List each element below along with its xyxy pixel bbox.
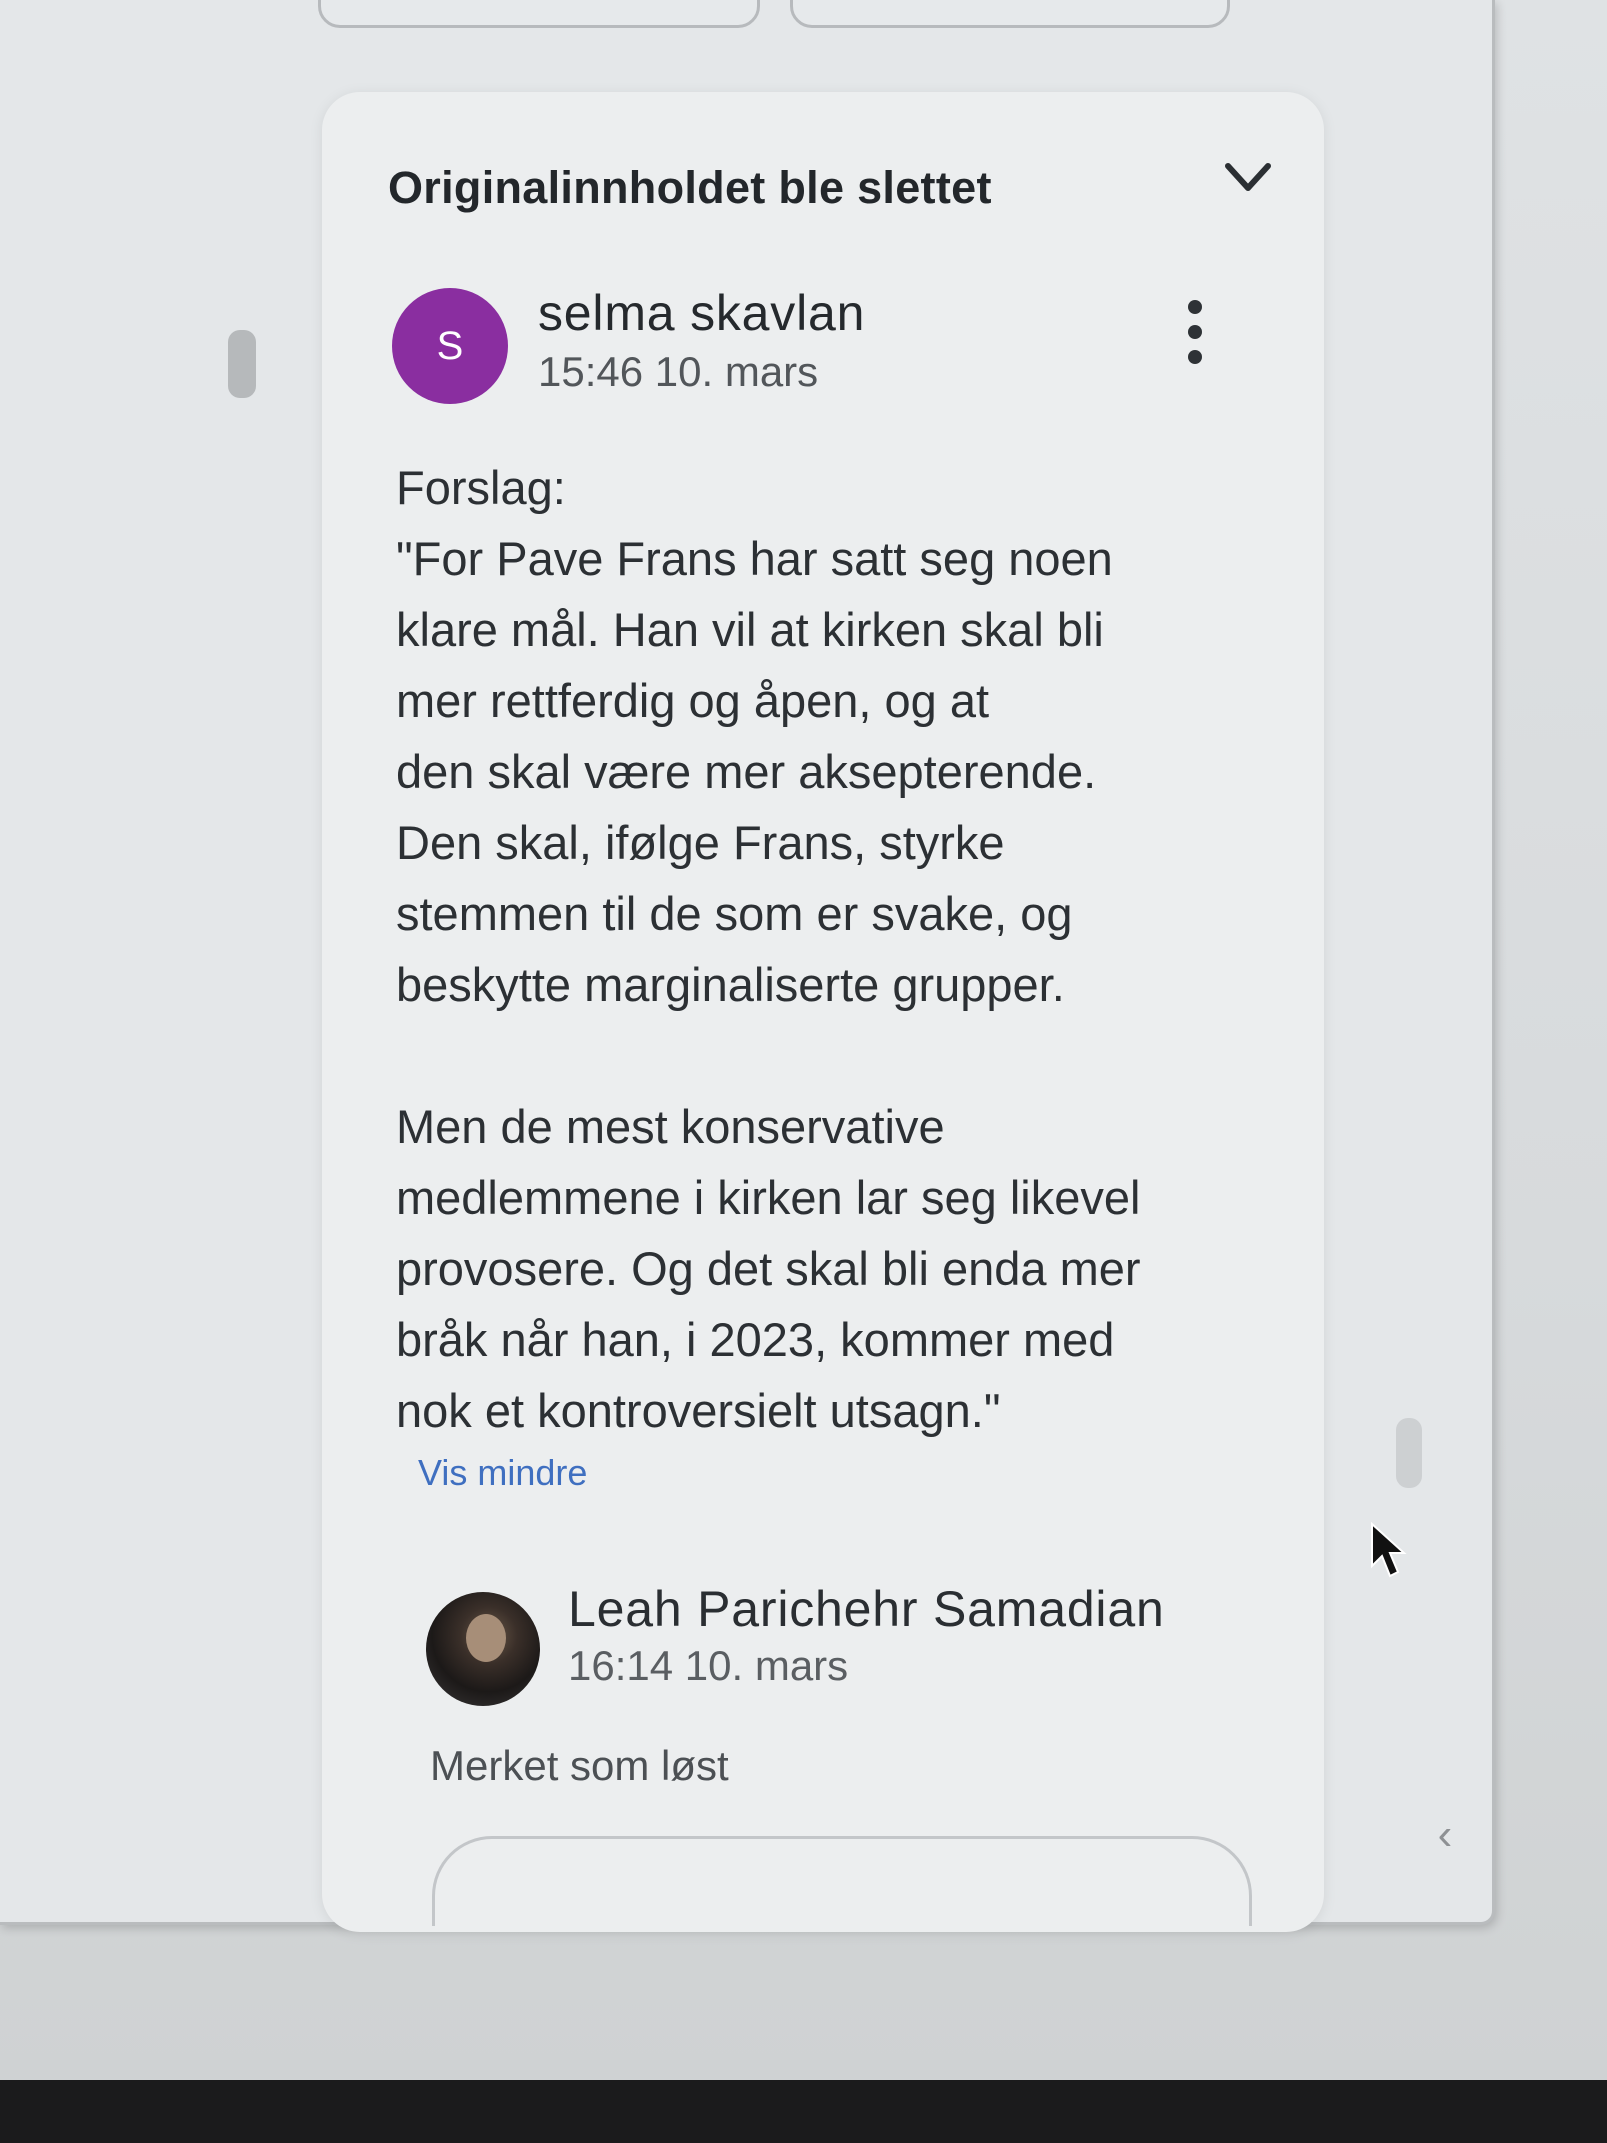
chevron-down-icon[interactable] xyxy=(1222,158,1274,198)
scroll-handle-right[interactable] xyxy=(1396,1418,1422,1488)
comment-card[interactable]: Originalinnholdet ble slettet S selma sk… xyxy=(322,92,1324,1932)
screen: Originalinnholdet ble slettet S selma sk… xyxy=(0,0,1607,2080)
avatar: S xyxy=(392,288,508,404)
comments-panel: Originalinnholdet ble slettet S selma sk… xyxy=(0,0,1495,1932)
reply-timestamp: 16:14 10. mars xyxy=(568,1642,849,1689)
scroll-handle-left[interactable] xyxy=(228,330,256,398)
reply-avatar xyxy=(426,1592,540,1706)
reply-author: Leah Parichehr Samadian xyxy=(568,1581,1165,1637)
chevron-left-icon[interactable]: ‹ xyxy=(1410,1790,1480,1880)
mouse-cursor-icon xyxy=(1371,1522,1407,1578)
comment-timestamp: 15:46 10. mars xyxy=(538,348,819,395)
show-less-link[interactable]: Vis mindre xyxy=(418,1452,587,1494)
avatar-face xyxy=(466,1614,506,1662)
comment-body: Forslag: "For Pave Frans har satt seg no… xyxy=(396,461,1141,1437)
resolved-status: Merket som løst xyxy=(430,1742,729,1789)
top-button-right[interactable] xyxy=(790,0,1230,28)
more-vert-icon[interactable] xyxy=(1182,297,1208,367)
comment-author: selma skavlan xyxy=(538,285,866,341)
top-button-left[interactable] xyxy=(318,0,760,28)
card-header-title: Originalinnholdet ble slettet xyxy=(388,162,992,213)
reply-input[interactable] xyxy=(432,1836,1252,1926)
